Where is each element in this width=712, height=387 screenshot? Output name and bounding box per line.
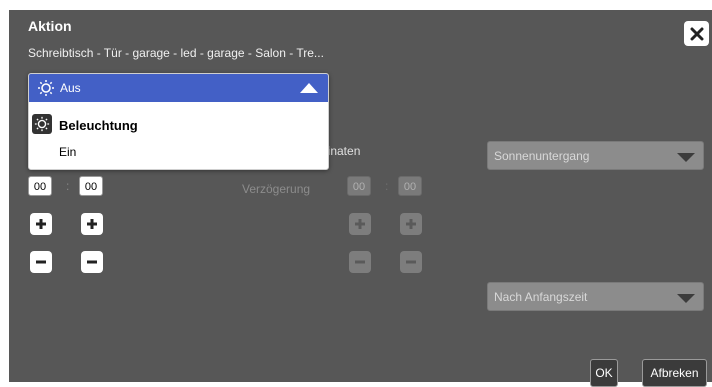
dropdown-group-label: Beleuchtung <box>59 118 138 133</box>
close-icon <box>690 27 703 40</box>
delay-minutes-decrement-button[interactable] <box>400 251 422 273</box>
delay-minutes-input[interactable]: 00 <box>398 176 422 196</box>
cancel-button[interactable]: Afbreken <box>642 359 707 387</box>
minutes-increment-button[interactable] <box>81 213 103 235</box>
plus-icon <box>87 219 97 229</box>
delay-minutes-increment-button[interactable] <box>400 213 422 235</box>
plus-icon <box>355 219 365 229</box>
minus-icon <box>36 260 46 264</box>
time-mode-select[interactable]: Nach Anfangszeit <box>487 282 704 311</box>
sun-event-value: Sonnenuntergang <box>494 149 590 163</box>
plus-icon <box>406 219 416 229</box>
hours-increment-button[interactable] <box>30 213 52 235</box>
action-dialog: Aktion Schreibtisch - Tür - garage - led… <box>9 10 712 387</box>
delay-hours-input[interactable]: 00 <box>347 176 371 196</box>
dropdown-option-label: Ein <box>59 145 77 159</box>
delay-label: Verzögerung <box>242 182 311 196</box>
caret-down-icon <box>677 294 695 303</box>
coordinates-label: linaten <box>325 144 361 158</box>
action-dropdown: Aus Beleuchtung Ein <box>28 73 329 170</box>
time-hours-input[interactable]: 00 <box>28 176 52 196</box>
sun-event-select[interactable]: Sonnenuntergang <box>487 141 704 170</box>
dropdown-option-ein[interactable]: Ein <box>29 141 328 165</box>
delay-hours-increment-button[interactable] <box>349 213 371 235</box>
caret-down-icon <box>677 153 695 162</box>
dropdown-group-header: Beleuchtung <box>29 110 328 140</box>
minutes-decrement-button[interactable] <box>81 251 103 273</box>
time-separator: : <box>66 179 70 193</box>
close-button[interactable] <box>684 21 709 46</box>
minus-icon <box>355 260 365 264</box>
minus-icon <box>406 260 416 264</box>
time-mode-value: Nach Anfangszeit <box>494 290 588 304</box>
action-select[interactable]: Aus <box>29 74 328 102</box>
ok-button[interactable]: OK <box>590 359 618 387</box>
plus-icon <box>36 219 46 229</box>
action-select-value: Aus <box>60 81 81 95</box>
minus-icon <box>87 260 97 264</box>
caret-up-icon <box>300 83 318 93</box>
dialog-title: Aktion <box>28 18 72 34</box>
time-minutes-input[interactable]: 00 <box>79 176 103 196</box>
lightbulb-icon <box>32 114 52 134</box>
delay-hours-decrement-button[interactable] <box>349 251 371 273</box>
dialog-subtitle: Schreibtisch - Tür - garage - led - gara… <box>28 46 324 60</box>
lightbulb-icon <box>38 80 54 96</box>
hours-decrement-button[interactable] <box>30 251 52 273</box>
delay-separator: : <box>385 179 389 193</box>
